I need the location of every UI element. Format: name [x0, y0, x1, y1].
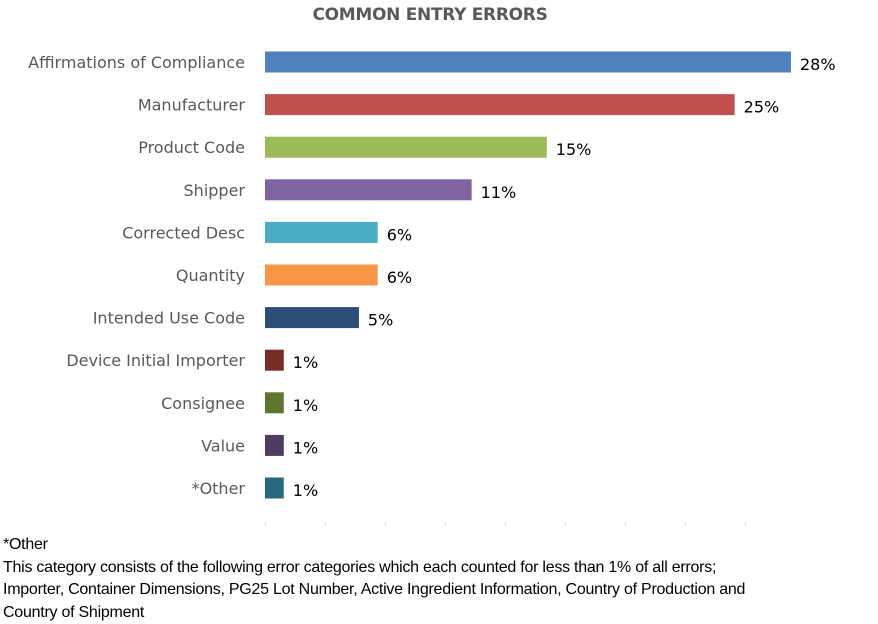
bar-other: [265, 477, 284, 499]
data-label-corrected-desc: 6%: [387, 225, 412, 244]
category-label-shipper: Shipper: [184, 181, 246, 200]
bars: [265, 51, 791, 499]
category-label-other: *Other: [192, 479, 246, 498]
footnote-heading: *Other: [3, 536, 48, 553]
x-axis-tick: [565, 522, 566, 525]
footnote-line-1: This category consists of the following …: [3, 558, 717, 576]
bar-quantity: [265, 264, 378, 286]
data-label-intended-use-code: 5%: [368, 311, 393, 330]
x-axis-ticks: [265, 522, 746, 525]
bar-affirmations-of-compliance: [265, 51, 791, 73]
category-label-intended-use-code: Intended Use Code: [93, 309, 245, 328]
bar-product-code: [265, 136, 547, 158]
data-label-value: 1%: [293, 438, 318, 457]
bar-intended-use-code: [265, 307, 359, 329]
category-label-corrected-desc: Corrected Desc: [122, 223, 245, 242]
category-label-manufacturer: Manufacturer: [138, 96, 246, 115]
data-label-quantity: 6%: [387, 268, 412, 287]
bar-consignee: [265, 392, 284, 414]
data-label-product-code: 15%: [556, 140, 592, 159]
footnote-line-2: Importer, Container Dimensions, PG25 Lot…: [3, 581, 746, 598]
category-label-consignee: Consignee: [161, 394, 245, 413]
x-axis-tick: [445, 522, 446, 525]
bar-chart: Affirmations of Compliance Manufacturer Pr…: [28, 51, 836, 525]
x-axis-tick: [745, 522, 746, 525]
footnote-line-3: Country of Shipment: [3, 603, 145, 621]
footnote: *Other This category consists of the fol…: [3, 534, 878, 624]
bar-manufacturer: [265, 94, 735, 116]
bar-corrected-desc: [265, 221, 378, 243]
data-label-manufacturer: 25%: [744, 98, 780, 117]
bar-value: [265, 434, 284, 456]
data-label-other: 1%: [293, 481, 318, 500]
bar-shipper: [265, 179, 472, 201]
category-label-quantity: Quantity: [176, 266, 245, 285]
bar-device-initial-importer: [265, 349, 284, 371]
category-labels: Affirmations of Compliance Manufacturer Pr…: [28, 53, 245, 498]
category-label-product-code: Product Code: [138, 138, 245, 157]
data-label-device-initial-importer: 1%: [293, 353, 318, 372]
x-axis-tick: [325, 522, 326, 525]
data-label-affirmations-of-compliance: 28%: [800, 55, 836, 74]
category-label-affirmations-of-compliance: Affirmations of Compliance: [28, 53, 245, 72]
data-label-consignee: 1%: [293, 396, 318, 415]
category-label-device-initial-importer: Device Initial Importer: [66, 351, 245, 370]
x-axis-tick: [385, 522, 386, 525]
x-axis-tick: [685, 522, 686, 525]
x-axis-tick: [265, 522, 266, 525]
category-label-value: Value: [201, 436, 245, 455]
x-axis-tick: [505, 522, 506, 525]
x-axis-tick: [625, 522, 626, 525]
data-label-shipper: 11%: [481, 183, 517, 202]
